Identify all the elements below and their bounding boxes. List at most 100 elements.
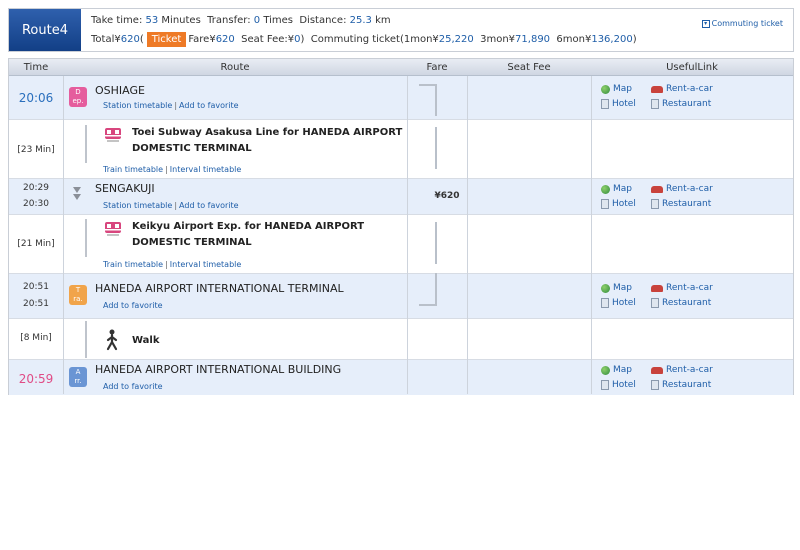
- map-link[interactable]: Map: [601, 365, 632, 375]
- route-label: Route4: [21, 22, 68, 38]
- document-icon: [651, 99, 659, 109]
- restaurant-link[interactable]: Restaurant: [651, 298, 711, 308]
- station-name[interactable]: OSHIAGE: [95, 84, 145, 97]
- map-link[interactable]: Map: [601, 184, 632, 194]
- route-line-bar: [85, 321, 87, 358]
- add-favorite-link[interactable]: Add to favorite: [103, 301, 163, 310]
- header-time: Time: [23, 62, 49, 73]
- train-icon: [105, 222, 121, 236]
- fare-bracket-bottom: [419, 273, 437, 306]
- rent-a-car-link[interactable]: Rent-a-car: [651, 84, 713, 94]
- restaurant-link[interactable]: Restaurant: [651, 380, 711, 390]
- summary-line-2: Total¥620(Ticket Fare¥620 Seat Fee:¥0) Co…: [91, 32, 637, 47]
- add-favorite-link[interactable]: Add to favorite: [179, 201, 239, 210]
- commuting-label: Commuting ticket(1mon¥: [310, 34, 439, 45]
- rent-a-car-link[interactable]: Rent-a-car: [651, 184, 713, 194]
- arrival-time: 20:51: [23, 282, 49, 292]
- one-month-value: 25,220: [438, 34, 474, 45]
- map-link-label: Map: [613, 84, 632, 94]
- ticket-badge: Ticket: [146, 32, 187, 47]
- segment-duration: [23 Min]: [17, 145, 55, 155]
- take-time-label: Take time:: [91, 15, 143, 26]
- station-name[interactable]: HANEDA AIRPORT INTERNATIONAL BUILDING: [95, 363, 341, 376]
- route-table: Time Route Fare Seat Fee UsefulLink 20:0…: [8, 58, 794, 395]
- document-icon: [651, 199, 659, 209]
- train-line-name[interactable]: Toei Subway Asakusa Line for HANEDA AIRP…: [132, 125, 417, 157]
- transfer-badge: Tra.: [69, 285, 87, 305]
- train-icon: [105, 128, 121, 142]
- rent-a-car-link-label: Rent-a-car: [666, 283, 713, 293]
- document-icon: [601, 199, 609, 209]
- column-divider: [63, 59, 64, 394]
- arrival-time: 20:59: [18, 372, 54, 386]
- hotel-link-label: Hotel: [612, 99, 636, 109]
- map-link[interactable]: Map: [601, 283, 632, 293]
- interval-timetable-link[interactable]: Interval timetable: [170, 165, 242, 174]
- station-timetable-link[interactable]: Station timetable: [103, 101, 172, 110]
- transfer-unit: Times: [263, 15, 293, 26]
- map-link-label: Map: [613, 184, 632, 194]
- hotel-link[interactable]: Hotel: [601, 99, 636, 109]
- total-value: 620: [120, 34, 140, 45]
- restaurant-link-label: Restaurant: [662, 199, 712, 209]
- six-month-label: 6mon¥: [556, 34, 592, 45]
- restaurant-link-label: Restaurant: [662, 380, 712, 390]
- header-seat-fee: Seat Fee: [507, 62, 551, 73]
- badge-top: T: [75, 286, 81, 294]
- station-links: Station timetable | Add to favorite: [103, 101, 239, 110]
- three-month-value: 71,890: [515, 34, 551, 45]
- map-link[interactable]: Map: [601, 84, 632, 94]
- commuting-ticket-link-label: Commuting ticket: [711, 19, 783, 28]
- map-link-label: Map: [613, 283, 632, 293]
- car-icon: [651, 85, 663, 93]
- fare-bracket-line: [435, 222, 437, 264]
- fare-value: ¥620: [434, 191, 460, 201]
- distance-value: 25.3: [349, 15, 372, 26]
- take-time-value: 53: [145, 15, 159, 26]
- fare-bracket-line: [435, 127, 437, 169]
- badge-top: D: [75, 88, 81, 96]
- chevron-down-icon: ▾: [701, 19, 710, 28]
- walk-icon: [106, 329, 118, 351]
- interval-timetable-link[interactable]: Interval timetable: [170, 260, 242, 269]
- take-time-unit: Minutes: [161, 15, 201, 26]
- six-month-value: 136,200: [591, 34, 633, 45]
- globe-icon: [601, 365, 610, 375]
- document-icon: [601, 298, 609, 308]
- hotel-link[interactable]: Hotel: [601, 298, 636, 308]
- hotel-link[interactable]: Hotel: [601, 380, 636, 390]
- arrival-time: 20:29: [23, 183, 49, 193]
- rent-a-car-link-label: Rent-a-car: [666, 184, 713, 194]
- add-favorite-link[interactable]: Add to favorite: [179, 101, 239, 110]
- add-favorite-link[interactable]: Add to favorite: [103, 382, 163, 391]
- train-timetable-link[interactable]: Train timetable: [103, 260, 163, 269]
- total-label: Total¥: [91, 34, 121, 45]
- car-icon: [651, 185, 663, 193]
- rent-a-car-link[interactable]: Rent-a-car: [651, 365, 713, 375]
- route-tab[interactable]: Route4: [9, 9, 81, 51]
- restaurant-link[interactable]: Restaurant: [651, 99, 711, 109]
- document-icon: [651, 298, 659, 308]
- station-name[interactable]: SENGAKUJI: [95, 182, 155, 195]
- segment-duration: [8 Min]: [20, 333, 52, 343]
- map-link-label: Map: [613, 365, 632, 375]
- station-name[interactable]: HANEDA AIRPORT INTERNATIONAL TERMINAL: [95, 282, 344, 295]
- train-line-name[interactable]: Keikyu Airport Exp. for HANEDA AIRPORT D…: [132, 219, 417, 251]
- table-header: Time Route Fare Seat Fee UsefulLink: [9, 59, 793, 76]
- hotel-link-label: Hotel: [612, 380, 636, 390]
- fare-value: 620: [215, 34, 235, 45]
- departure-time: 20:51: [23, 299, 49, 309]
- hotel-link[interactable]: Hotel: [601, 199, 636, 209]
- train-timetable-link[interactable]: Train timetable: [103, 165, 163, 174]
- commuting-ticket-link[interactable]: ▾ Commuting ticket: [701, 19, 783, 28]
- restaurant-link[interactable]: Restaurant: [651, 199, 711, 209]
- hotel-link-label: Hotel: [612, 199, 636, 209]
- hotel-link-label: Hotel: [612, 298, 636, 308]
- station-timetable-link[interactable]: Station timetable: [103, 201, 172, 210]
- three-month-label: 3mon¥: [480, 34, 516, 45]
- rent-a-car-link[interactable]: Rent-a-car: [651, 283, 713, 293]
- route-summary: Route4 Take time: 53 Minutes Transfer: 0…: [8, 8, 794, 52]
- distance-unit: km: [375, 15, 391, 26]
- rent-a-car-link-label: Rent-a-car: [666, 84, 713, 94]
- route-line-bar: [85, 125, 87, 163]
